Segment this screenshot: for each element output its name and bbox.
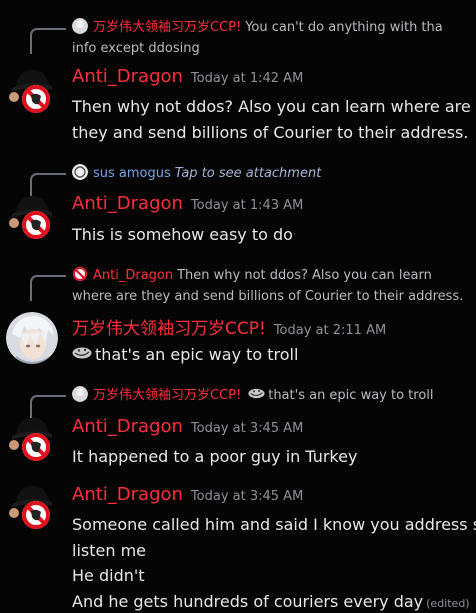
message-header: 万岁伟大领袖习万岁CCP! Today at 2:11 AM (72, 314, 386, 340)
reply-connector (30, 28, 66, 54)
reply-avatar (72, 164, 88, 180)
reply-text: that's an epic way to troll (268, 388, 434, 403)
reply-author[interactable]: Anti_Dragon (93, 268, 173, 283)
reply-avatar (72, 18, 88, 34)
reply-text: You can't do anything with tha (245, 20, 443, 35)
message-text: This is somehow easy to do (72, 225, 293, 244)
user-avatar[interactable] (6, 312, 58, 364)
troll-emoji-icon (72, 347, 92, 359)
timestamp: Today at 3:45 AM (190, 421, 304, 436)
reply-preview[interactable]: 万岁伟大领袖习万岁CCP! that's an epic way to troll (72, 385, 434, 406)
reply-preview[interactable]: 万岁伟大领袖习万岁CCP! You can't do anything with … (72, 17, 443, 38)
reply-preview[interactable]: Anti_Dragon Then why not ddos? Also you c… (72, 265, 432, 286)
username[interactable]: Anti_Dragon (72, 416, 183, 437)
reply-text: Then why not ddos? Also you can learn (177, 268, 432, 283)
timestamp: Today at 1:42 AM (190, 71, 304, 86)
user-avatar[interactable] (6, 480, 58, 532)
message-text: He didn't (72, 566, 145, 585)
edited-tag: (edited) (426, 597, 470, 610)
reply-text-continued: info except ddosing (72, 41, 200, 56)
troll-emoji-icon (248, 388, 265, 399)
message-text: that's an epic way to troll (72, 342, 298, 367)
message-header: Anti_Dragon Today at 1:42 AM (72, 66, 303, 92)
username[interactable]: Anti_Dragon (72, 193, 183, 214)
reply-text-continued: where are they and send billions of Cour… (72, 289, 464, 304)
reply-preview[interactable]: sus amogus Tap to see attachment (72, 163, 321, 184)
message-text: Then why not ddos? Also you can learn wh… (72, 97, 471, 116)
timestamp: Today at 3:45 AM (190, 489, 304, 504)
message-text: And he gets hundreds of couriers every d… (72, 589, 470, 613)
reply-attachment-link[interactable]: Tap to see attachment (175, 166, 322, 181)
message-text-content: that's an epic way to troll (95, 345, 299, 364)
message-header: Anti_Dragon Today at 1:43 AM (72, 193, 303, 219)
message-header: Anti_Dragon Today at 3:45 AM (72, 484, 303, 510)
reply-connector (30, 275, 66, 301)
username[interactable]: 万岁伟大领袖习万岁CCP! (72, 319, 266, 339)
message-text-content: And he gets hundreds of couriers every d… (72, 592, 424, 611)
message-text: listen me (72, 541, 146, 560)
reply-author[interactable]: sus amogus (93, 166, 171, 181)
user-avatar[interactable] (6, 190, 58, 242)
message-text: Someone called him and said I know you a… (72, 515, 476, 534)
reply-author[interactable]: 万岁伟大领袖习万岁CCP! (93, 388, 241, 403)
message-text: they and send billions of Courier to the… (72, 123, 469, 142)
message-text: It happened to a poor guy in Turkey (72, 447, 358, 466)
username[interactable]: Anti_Dragon (72, 484, 183, 505)
reply-avatar (72, 386, 88, 402)
timestamp: Today at 2:11 AM (273, 323, 387, 338)
username[interactable]: Anti_Dragon (72, 66, 183, 87)
reply-author[interactable]: 万岁伟大领袖习万岁CCP! (93, 20, 241, 35)
reply-avatar (73, 267, 87, 281)
timestamp: Today at 1:43 AM (190, 198, 304, 213)
user-avatar[interactable] (6, 412, 58, 464)
message-header: Anti_Dragon Today at 3:45 AM (72, 416, 303, 442)
user-avatar[interactable] (6, 64, 58, 116)
